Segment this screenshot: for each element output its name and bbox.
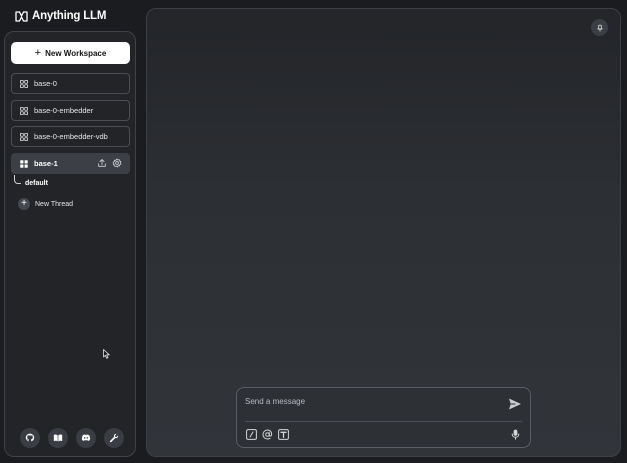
mouse-cursor-icon: [103, 349, 110, 359]
pin-icon: [596, 24, 603, 32]
settings-button[interactable]: [104, 428, 124, 448]
composer-tools: [246, 429, 289, 440]
slash-command-icon: [246, 429, 257, 440]
discord-button[interactable]: [76, 428, 96, 448]
new-workspace-button[interactable]: + New Workspace: [11, 42, 130, 64]
docs-button[interactable]: [48, 428, 68, 448]
slash-command-button[interactable]: [246, 429, 257, 440]
github-button[interactable]: [20, 428, 40, 448]
workspace-label: base-0-embedder-vdb: [34, 132, 108, 141]
send-icon: [509, 398, 521, 410]
app-logo: Anything LLM: [15, 9, 106, 23]
workspace-label: base-1: [34, 159, 58, 168]
gear-icon[interactable]: [112, 158, 122, 168]
pin-button[interactable]: [591, 19, 608, 36]
workspace-actions: [97, 158, 122, 168]
app-logo-text: Anything LLM: [32, 10, 107, 22]
plus-icon: +: [34, 46, 42, 59]
workspace-item-base-1[interactable]: base-1: [11, 153, 130, 174]
sidebar: + New Workspace base-0 base-0-embedder b…: [4, 31, 136, 457]
at-mention-icon: [262, 429, 273, 440]
workspace-item-base-0[interactable]: base-0: [11, 73, 130, 94]
discord-icon: [81, 434, 91, 441]
composer-divider: [245, 421, 522, 422]
github-icon: [25, 433, 35, 442]
workspace-item-base-0-embedder-vdb[interactable]: base-0-embedder-vdb: [11, 126, 130, 147]
book-icon: [53, 434, 63, 442]
message-composer: [236, 387, 531, 448]
new-thread-button[interactable]: + New Thread: [18, 198, 73, 210]
text-size-button[interactable]: [278, 429, 289, 440]
plus-icon: +: [18, 198, 30, 210]
thread-connector: [14, 175, 21, 184]
send-button[interactable]: [508, 397, 522, 411]
upload-icon[interactable]: [97, 158, 107, 168]
grid-icon: [20, 106, 28, 115]
message-input[interactable]: [245, 393, 495, 409]
wrench-icon: [109, 433, 119, 443]
new-thread-label: New Thread: [35, 200, 74, 208]
text-size-icon: [278, 429, 289, 440]
sidebar-footer: [20, 428, 124, 448]
microphone-icon: [511, 429, 520, 440]
at-mention-button[interactable]: [262, 429, 273, 440]
thread-item-default[interactable]: default: [25, 180, 48, 187]
new-workspace-label: New Workspace: [45, 48, 107, 58]
grid-icon: [20, 79, 28, 88]
grid-icon: [20, 159, 28, 168]
workspace-label: base-0: [34, 79, 57, 88]
workspace-item-base-0-embedder[interactable]: base-0-embedder: [11, 100, 130, 121]
anythingllm-logo-icon: [15, 10, 28, 22]
workspace-label: base-0-embedder: [34, 106, 94, 115]
microphone-button[interactable]: [510, 429, 521, 440]
grid-icon: [20, 132, 28, 141]
chat-panel: [146, 8, 621, 457]
